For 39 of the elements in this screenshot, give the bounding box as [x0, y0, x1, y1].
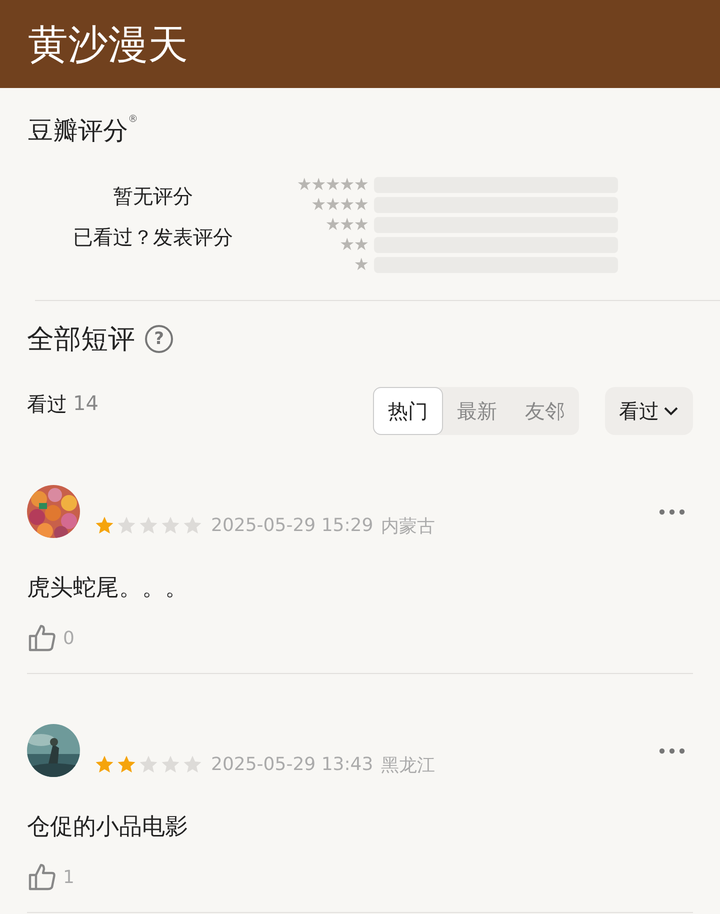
- section-title: 豆瓣评分: [28, 116, 128, 145]
- help-icon[interactable]: ?: [145, 325, 173, 353]
- like-count: 0: [63, 628, 74, 648]
- comment-time: 2025-05-29 13:43: [211, 754, 374, 775]
- filter-label: 看过: [27, 390, 67, 418]
- thumbs-up-icon[interactable]: [27, 862, 57, 892]
- star-level-label: ★★★: [325, 217, 368, 233]
- comment-count: 14: [73, 390, 98, 416]
- star-level-label: ★★: [340, 237, 368, 253]
- comment-region: 内蒙古: [381, 514, 436, 538]
- star-icon: [94, 754, 115, 775]
- chevron-down-icon: [663, 405, 679, 417]
- more-icon[interactable]: [659, 509, 685, 515]
- star-level-label: ★★★★: [311, 197, 368, 213]
- star-icon: [182, 515, 203, 536]
- star-level-label: ★★★★★: [296, 177, 368, 193]
- rate-prompt-link[interactable]: 已看过？发表评分: [73, 224, 233, 251]
- star-icon: [138, 754, 159, 775]
- no-rating-text: 暂无评分: [113, 183, 193, 210]
- comment-region: 黑龙江: [381, 754, 436, 776]
- star-icon: [94, 515, 115, 536]
- comment-text: 虎头蛇尾。。。: [27, 574, 189, 603]
- star-icon: [116, 754, 137, 775]
- comment-time: 2025-05-29 15:29: [211, 515, 374, 536]
- more-icon[interactable]: [659, 748, 685, 754]
- star-icon: [116, 515, 137, 536]
- star-level-label: ★: [354, 257, 368, 273]
- comment-text: 仓促的小品电影: [27, 813, 189, 842]
- thumbs-up-icon[interactable]: [27, 623, 57, 653]
- section-title: 全部短评: [27, 323, 135, 357]
- star-icon: [160, 754, 181, 775]
- star-icon: [138, 515, 159, 536]
- like-count: 1: [63, 866, 74, 888]
- registered-mark: ®: [128, 114, 138, 125]
- star-icon: [182, 754, 203, 775]
- movie-title: 黄沙漫天: [28, 20, 188, 70]
- sort-tab[interactable]: 热门: [373, 387, 443, 435]
- filter-dropdown[interactable]: 看过: [605, 387, 693, 435]
- star-icon: [160, 515, 181, 536]
